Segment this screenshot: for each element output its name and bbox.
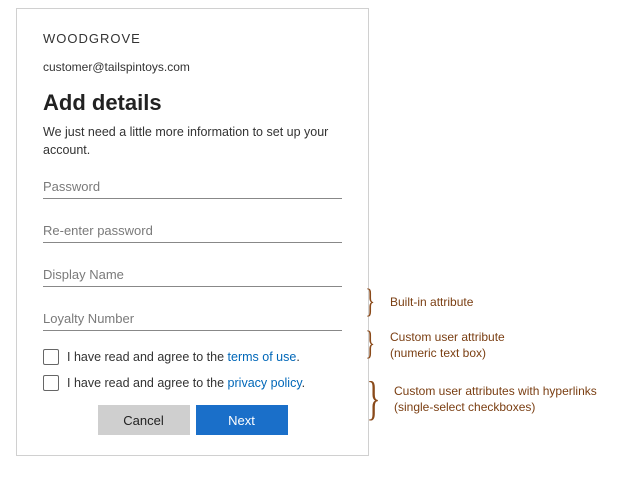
- page-subtitle: We just need a little more information t…: [43, 124, 342, 159]
- page-title: Add details: [43, 90, 342, 116]
- signup-card: WOODGROVE customer@tailspintoys.com Add …: [16, 8, 369, 456]
- password-input[interactable]: [43, 173, 342, 199]
- privacy-prefix: I have read and agree to the: [67, 376, 228, 390]
- cancel-button[interactable]: Cancel: [98, 405, 190, 435]
- privacy-link[interactable]: privacy policy: [228, 376, 302, 390]
- privacy-checkbox[interactable]: [43, 375, 59, 391]
- annotation-line: (numeric text box): [390, 346, 486, 360]
- terms-row: I have read and agree to the terms of us…: [43, 349, 342, 365]
- privacy-label: I have read and agree to the privacy pol…: [67, 376, 305, 390]
- annotation-line: Custom user attribute: [390, 330, 505, 344]
- brand-name: WOODGROVE: [43, 31, 342, 46]
- privacy-period: .: [302, 376, 305, 390]
- reenter-password-input[interactable]: [43, 217, 342, 243]
- loyalty-number-input[interactable]: [43, 305, 342, 331]
- privacy-row: I have read and agree to the privacy pol…: [43, 375, 342, 391]
- terms-period: .: [296, 350, 299, 364]
- brace-icon: }: [367, 375, 381, 423]
- terms-prefix: I have read and agree to the: [67, 350, 228, 364]
- next-button[interactable]: Next: [196, 405, 288, 435]
- display-name-input[interactable]: [43, 261, 342, 287]
- annotation-builtin: Built-in attribute: [390, 295, 473, 311]
- brace-icon: }: [365, 327, 375, 361]
- annotation-custom-numeric: Custom user attribute (numeric text box): [390, 330, 505, 361]
- terms-checkbox[interactable]: [43, 349, 59, 365]
- annotation-custom-checkbox: Custom user attributes with hyperlinks (…: [394, 384, 597, 415]
- terms-label: I have read and agree to the terms of us…: [67, 350, 300, 364]
- annotation-line: Custom user attributes with hyperlinks: [394, 384, 597, 398]
- user-email: customer@tailspintoys.com: [43, 60, 342, 74]
- button-row: Cancel Next: [43, 405, 342, 435]
- annotation-line: (single-select checkboxes): [394, 400, 535, 414]
- brace-icon: }: [365, 285, 375, 319]
- terms-link[interactable]: terms of use: [228, 350, 297, 364]
